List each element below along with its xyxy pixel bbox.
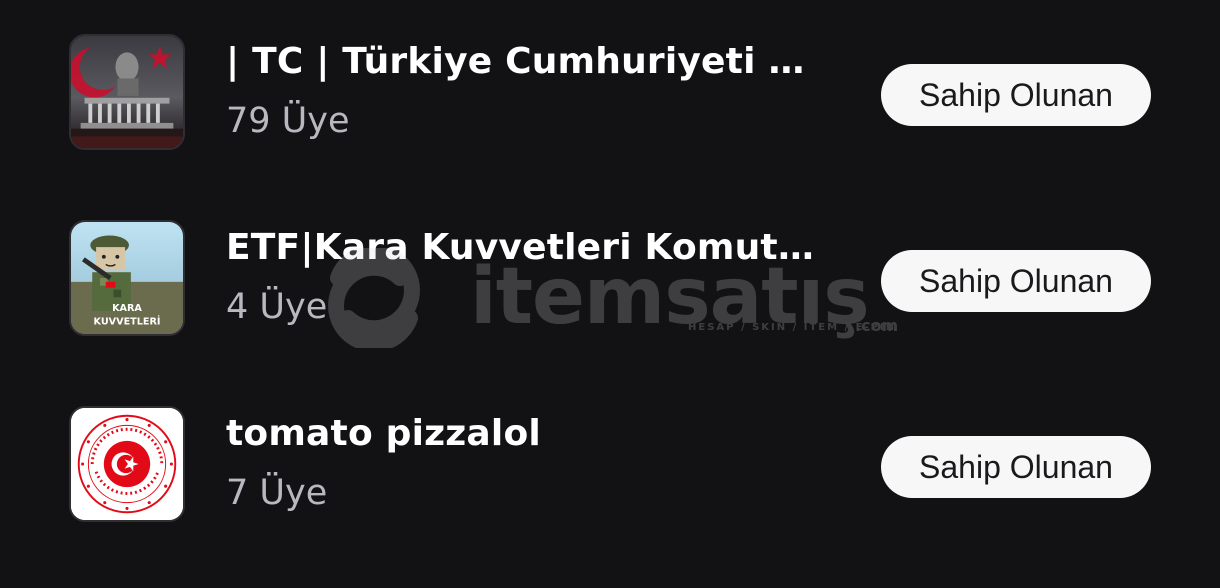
group-row-tc[interactable]: | TC | Türkiye Cumhuriyeti Rol... 79 Üye… — [0, 33, 1220, 157]
soldier-avatar-icon[interactable]: KARA KUVVETLERİ — [69, 220, 185, 336]
member-count: 79 Üye — [226, 101, 350, 141]
group-list: | TC | Türkiye Cumhuriyeti Rol... 79 Üye… — [0, 0, 1220, 588]
ministry-seal-icon[interactable] — [69, 406, 185, 522]
member-count: 4 Üye — [226, 287, 328, 327]
svg-text:KARA: KARA — [112, 303, 142, 314]
group-name[interactable]: | TC | Türkiye Cumhuriyeti Rol... — [226, 41, 826, 82]
group-row-etf[interactable]: KARA KUVVETLERİ ETF|Kara Kuvvetleri Komu… — [0, 219, 1220, 343]
svg-text:KUVVETLERİ: KUVVETLERİ — [94, 313, 161, 327]
owned-status-button[interactable]: Sahip Olunan — [881, 436, 1151, 498]
owned-status-button[interactable]: Sahip Olunan — [881, 64, 1151, 126]
group-row-tomato[interactable]: tomato pizzalol 7 Üye Sahip Olunan — [0, 405, 1220, 529]
group-name[interactable]: ETF|Kara Kuvvetleri Komutanlı... — [226, 227, 826, 268]
owned-status-button[interactable]: Sahip Olunan — [881, 250, 1151, 312]
member-count: 7 Üye — [226, 473, 328, 513]
group-name[interactable]: tomato pizzalol — [226, 413, 826, 454]
mausoleum-flag-icon[interactable] — [69, 34, 185, 150]
